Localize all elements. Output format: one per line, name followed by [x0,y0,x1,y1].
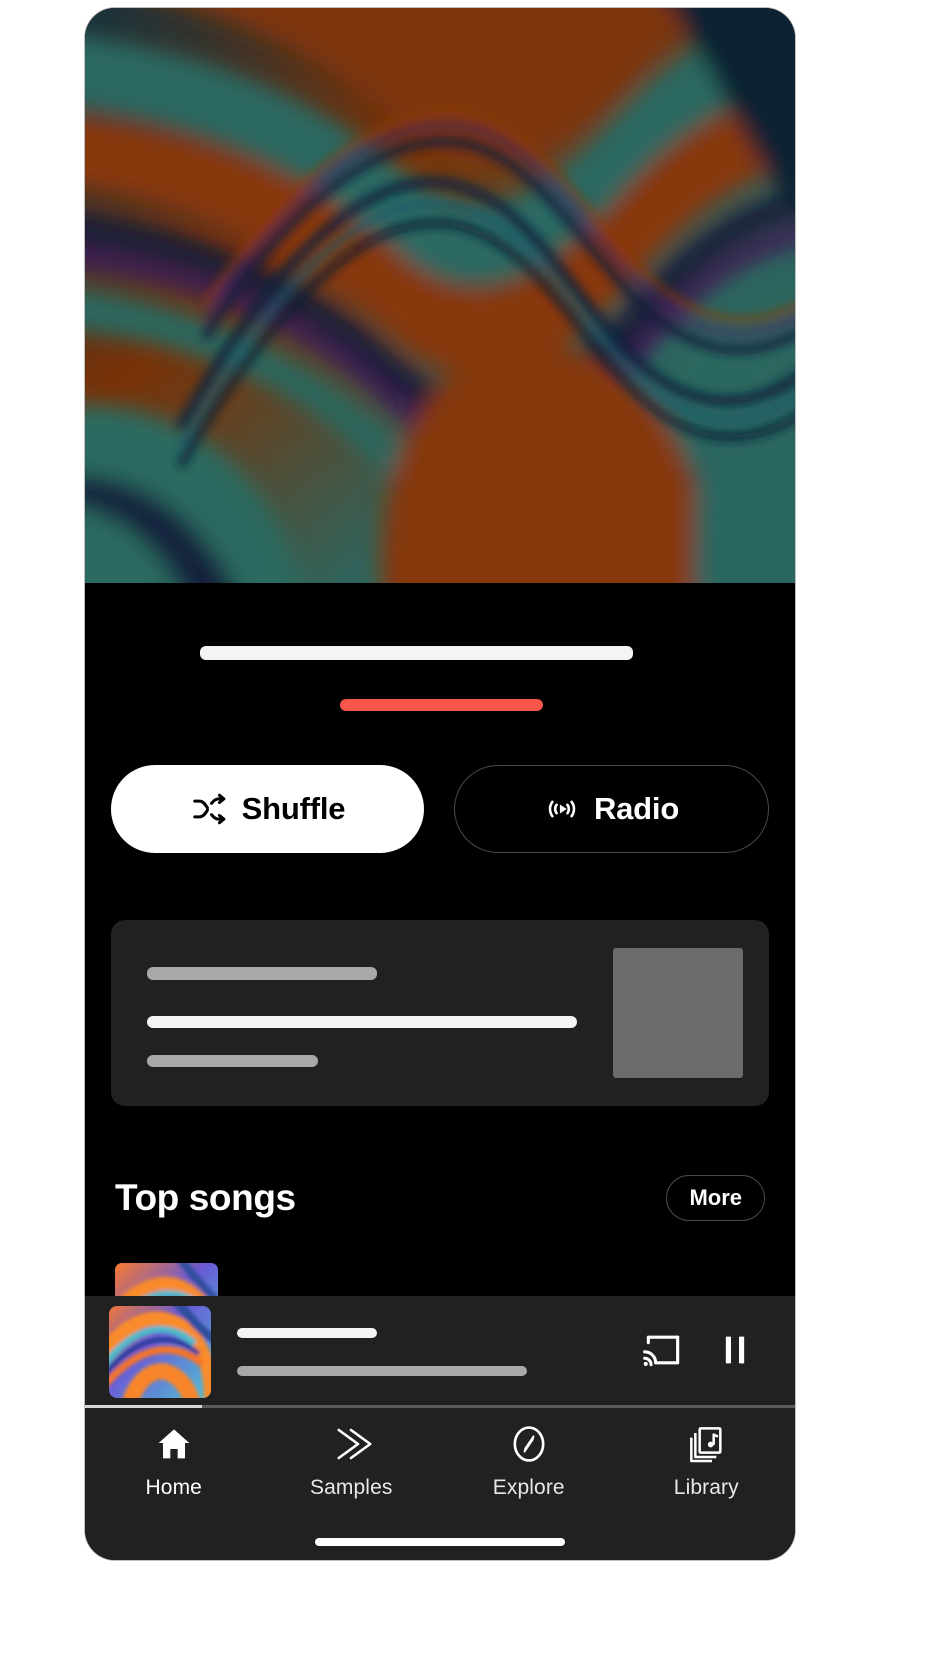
mini-player-subtitle-placeholder [237,1366,527,1376]
cast-button[interactable] [627,1316,699,1388]
shuffle-icon [190,790,228,828]
pause-icon [715,1330,755,1375]
mini-player-metadata [211,1328,627,1376]
shuffle-button[interactable]: Shuffle [111,765,424,853]
top-songs-section-header: Top songs More [115,1166,765,1230]
nav-label-explore: Explore [493,1476,565,1500]
more-button[interactable]: More [666,1175,765,1221]
card-line-3-placeholder [147,1055,318,1067]
cast-icon [641,1328,685,1377]
album-artwork[interactable] [85,8,795,583]
double-chevron-right-icon [330,1424,372,1464]
title-placeholder-bar [200,646,633,660]
card-thumbnail-placeholder [613,948,743,1078]
mini-player[interactable] [85,1296,795,1408]
mini-player-artwork-gradient [109,1306,211,1398]
nav-item-home[interactable]: Home [85,1424,263,1500]
nav-item-library[interactable]: Library [618,1424,796,1500]
screenshot-root: Shuffle Radio [0,0,939,1667]
mini-player-title-placeholder [237,1328,377,1338]
home-icon [154,1424,194,1464]
home-indicator [315,1538,565,1546]
radio-broadcast-icon [544,791,580,827]
nav-item-samples[interactable]: Samples [263,1424,441,1500]
action-button-row: Shuffle Radio [111,765,769,853]
card-line-1-placeholder [147,967,377,980]
description-card[interactable] [111,920,769,1106]
subtitle-placeholder-bar [340,699,543,711]
play-pause-button[interactable] [699,1316,771,1388]
mini-player-artwork[interactable] [109,1306,211,1398]
music-library-icon [686,1424,726,1464]
album-artwork-gradient [85,8,795,583]
compass-icon [508,1424,550,1464]
card-line-2-placeholder [147,1016,577,1028]
radio-button-label: Radio [594,791,679,827]
radio-button[interactable]: Radio [454,765,769,853]
nav-label-home: Home [146,1476,202,1500]
phone-frame: Shuffle Radio [85,8,795,1560]
section-title: Top songs [115,1177,296,1219]
nav-item-explore[interactable]: Explore [440,1424,618,1500]
nav-label-library: Library [674,1476,739,1500]
shuffle-button-label: Shuffle [242,791,346,827]
nav-label-samples: Samples [310,1476,392,1500]
